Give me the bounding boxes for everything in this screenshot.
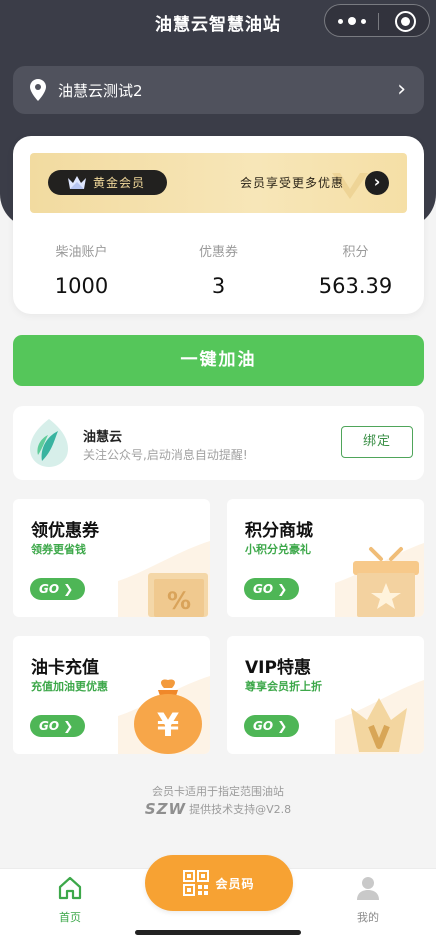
member-level-label: 黄金会员 — [93, 176, 146, 190]
tab-mine[interactable]: 我的 — [338, 875, 398, 925]
tile-points-mall[interactable]: 积分商城 小积分兑豪礼 GO ❯ — [227, 499, 424, 617]
tile-get-coupons[interactable]: % 领优惠券 领券更省钱 GO ❯ — [13, 499, 210, 617]
member-code-button[interactable]: 会员码 — [145, 855, 293, 911]
go-label: GO — [253, 582, 274, 596]
chevron-right-icon: › — [397, 77, 406, 102]
tile-card-recharge[interactable]: ¥ 油卡充值 充值加油更优惠 GO ❯ — [13, 636, 210, 754]
stat-value: 563.39 — [318, 274, 393, 298]
tile-title: VIP特惠 — [245, 658, 311, 678]
tile-subtitle: 充值加油更优惠 — [31, 680, 108, 693]
tab-mine-label: 我的 — [357, 911, 379, 924]
go-label: GO — [39, 582, 60, 596]
capsule-divider — [378, 13, 379, 30]
stat-points[interactable]: 积分 563.39 — [287, 241, 424, 298]
promo-arrow-icon[interactable]: › — [365, 171, 389, 195]
svg-text:¥: ¥ — [157, 706, 179, 744]
member-code-label: 会员码 — [215, 876, 255, 891]
tab-home[interactable]: 首页 — [40, 875, 100, 925]
stat-value: 1000 — [54, 274, 109, 298]
title-bar: 油慧云智慧油站 — [0, 0, 436, 44]
member-card: 黄金会员 会员享受更多优惠 › 柴油账户 1000 优惠券 3 积分 563.3… — [13, 136, 424, 314]
member-promo-text: 会员享受更多优惠 — [240, 176, 345, 190]
account-stats: 柴油账户 1000 优惠券 3 积分 563.39 — [13, 241, 424, 298]
coupon-icon: % — [118, 541, 210, 617]
vip-crown-icon — [335, 680, 424, 754]
szw-logo: SZW — [144, 800, 187, 818]
more-options-icon[interactable] — [338, 13, 366, 29]
stat-label: 优惠券 — [198, 245, 238, 260]
location-pin-icon — [30, 79, 46, 101]
crown-icon — [68, 176, 86, 189]
qr-code-icon — [183, 870, 210, 896]
money-bag-icon: ¥ — [118, 676, 210, 754]
go-button[interactable]: GO ❯ — [244, 578, 299, 600]
tech-support-text: 提供技术支持@V2.8 — [189, 803, 292, 816]
tile-subtitle: 领券更省钱 — [31, 543, 86, 556]
gift-box-icon — [335, 543, 424, 617]
youhuiyun-logo-icon — [30, 419, 68, 467]
go-button[interactable]: GO ❯ — [30, 715, 85, 737]
station-name: 油慧云测试2 — [58, 81, 143, 100]
stat-diesel-account[interactable]: 柴油账户 1000 — [13, 241, 150, 298]
account-name: 油慧云 — [83, 430, 123, 445]
go-label: GO — [39, 719, 60, 733]
bind-button[interactable]: 绑定 — [341, 426, 413, 458]
home-icon — [58, 876, 82, 900]
go-button[interactable]: GO ❯ — [30, 578, 85, 600]
miniprogram-capsule — [324, 4, 430, 37]
tile-title: 领优惠券 — [31, 521, 99, 541]
tile-subtitle: 小积分兑豪礼 — [245, 543, 311, 556]
user-icon — [357, 877, 379, 900]
tile-vip-deals[interactable]: VIP特惠 尊享会员折上折 GO ❯ — [227, 636, 424, 754]
tile-subtitle: 尊享会员折上折 — [245, 680, 322, 693]
tab-home-label: 首页 — [59, 911, 81, 924]
one-click-refuel-button[interactable]: 一键加油 — [13, 335, 424, 386]
follow-account-card: 油慧云 关注公众号,启动消息自动提醒! 绑定 — [13, 406, 424, 480]
stat-label: 柴油账户 — [55, 245, 108, 260]
go-label: GO — [253, 719, 274, 733]
stat-label: 积分 — [342, 245, 369, 260]
member-level-badge: 黄金会员 — [48, 170, 167, 195]
tile-title: 油卡充值 — [31, 658, 99, 678]
tile-title: 积分商城 — [245, 521, 313, 541]
card-scope-note: 会员卡适用于指定范围油站 — [152, 785, 284, 798]
stat-value: 3 — [211, 274, 226, 298]
close-target-icon[interactable] — [395, 11, 416, 32]
gold-member-banner[interactable]: 黄金会员 会员享受更多优惠 › — [30, 153, 407, 213]
account-description: 关注公众号,启动消息自动提醒! — [83, 448, 248, 462]
stat-coupons[interactable]: 优惠券 3 — [150, 241, 287, 298]
station-selector[interactable]: 油慧云测试2 › — [13, 66, 424, 114]
home-indicator — [135, 930, 301, 935]
svg-text:%: % — [167, 587, 191, 615]
go-button[interactable]: GO ❯ — [244, 715, 299, 737]
tech-support-row: SZW 提供技术支持@V2.8 — [0, 800, 436, 818]
